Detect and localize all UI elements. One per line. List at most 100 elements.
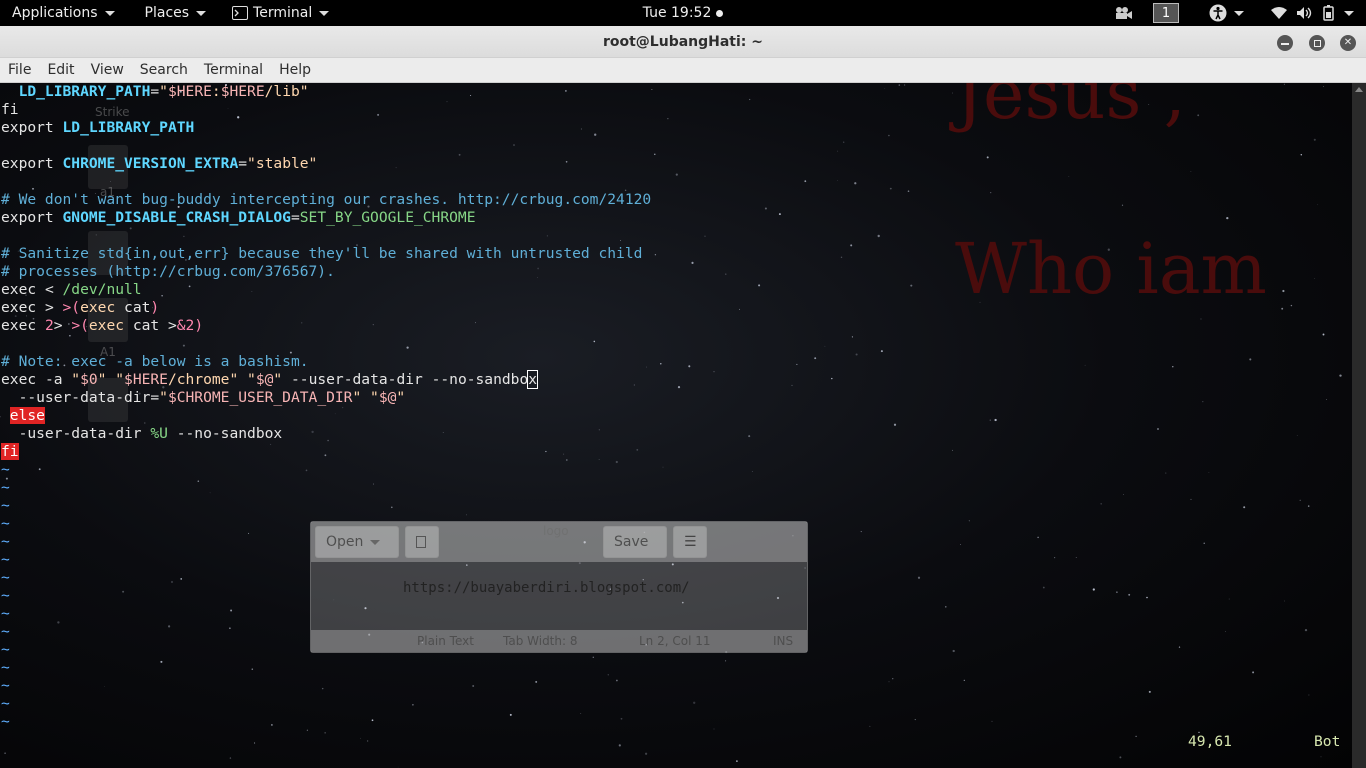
star — [691, 261, 694, 264]
terminal-view[interactable]: Jesus , Who iam Strike a1 A1 Open logo S… — [0, 83, 1352, 768]
workspace-indicator[interactable]: 1 — [1153, 3, 1179, 23]
cursor-position: 49,61 — [1188, 733, 1232, 750]
star — [952, 649, 955, 653]
code-token: " — [159, 389, 168, 406]
star — [693, 701, 696, 704]
star — [1322, 333, 1325, 336]
code-line: exec 2> >(exec cat >&2) — [1, 317, 651, 335]
code-token: %U — [150, 425, 168, 442]
star — [1313, 138, 1316, 141]
code-token: LD_LIBRARY_PATH — [62, 119, 195, 136]
vim-buffer[interactable]: LD_LIBRARY_PATH="$HERE:$HERE/lib" fi expor… — [1, 83, 651, 731]
empty-line-marker: ~ — [1, 515, 651, 533]
star — [662, 466, 664, 468]
code-line: export GNOME_DISABLE_CRASH_DIALOG=SET_BY… — [1, 209, 651, 227]
maximize-button[interactable] — [1309, 35, 1325, 51]
accessibility-icon[interactable] — [1209, 4, 1227, 22]
minimize-button[interactable] — [1277, 35, 1293, 51]
star — [1202, 400, 1204, 403]
volume-icon[interactable] — [1296, 6, 1314, 20]
code-token: ~ — [1, 605, 10, 622]
star — [1037, 536, 1039, 539]
star — [764, 207, 767, 210]
star — [837, 180, 838, 181]
star — [688, 365, 691, 368]
star — [1148, 690, 1151, 693]
code-line: export LD_LIBRARY_PATH — [1, 119, 651, 137]
star — [855, 353, 858, 356]
code-line: fi — [1, 443, 651, 461]
code-token: 2 — [44, 317, 54, 334]
code-line: # We don't want bug-buddy intercepting o… — [1, 191, 651, 209]
chevron-down-icon — [196, 10, 207, 16]
code-token: cat — [124, 299, 151, 316]
star — [1224, 631, 1226, 632]
code-token: " — [71, 371, 81, 388]
star — [1054, 557, 1056, 559]
chevron-down-icon[interactable] — [1344, 10, 1354, 16]
close-button[interactable]: ✕ — [1340, 35, 1356, 51]
star — [814, 357, 817, 360]
star — [644, 752, 648, 755]
star — [1116, 591, 1118, 593]
star — [1243, 506, 1246, 509]
star — [1178, 646, 1181, 648]
star — [989, 419, 991, 421]
menu-edit[interactable]: Edit — [39, 62, 82, 78]
code-token: $HERE — [167, 83, 212, 100]
code-token: else — [9, 407, 45, 424]
star — [1308, 694, 1310, 696]
code-line: export CHROME_VERSION_EXTRA="stable" — [1, 155, 651, 173]
star — [1156, 427, 1160, 431]
code-token: $0 — [80, 371, 98, 388]
menu-search[interactable]: Search — [132, 62, 196, 78]
applications-menu[interactable]: Applications — [0, 0, 121, 26]
code-token: : — [211, 83, 221, 100]
wifi-icon[interactable] — [1270, 6, 1288, 20]
code-token: ~ — [1, 533, 10, 550]
empty-line-marker: ~ — [1, 497, 651, 515]
star — [854, 182, 857, 185]
window-titlebar[interactable]: root@LubangHati: ~ ✕ — [0, 26, 1366, 58]
star — [651, 88, 653, 90]
video-camera-icon[interactable] — [1115, 6, 1133, 20]
terminal-scrollbar[interactable] — [1352, 83, 1366, 768]
star — [713, 371, 715, 373]
code-token: < — [44, 281, 63, 298]
empty-line-marker: ~ — [1, 641, 651, 659]
code-token: " " — [97, 371, 125, 388]
chevron-down-icon[interactable] — [1234, 10, 1244, 16]
menu-help[interactable]: Help — [271, 62, 319, 78]
clock-label[interactable]: Tue 19:52 — [643, 5, 712, 21]
terminal-menu-label: Terminal — [253, 5, 313, 21]
code-line: exec -a "$0" "$HERE/chrome" "$@" --user-… — [1, 370, 651, 389]
code-token: $HERE — [220, 83, 265, 100]
star — [1092, 588, 1095, 591]
menu-file[interactable]: File — [0, 62, 39, 78]
code-line: fi — [1, 101, 651, 119]
star — [898, 84, 901, 86]
star — [360, 737, 361, 739]
star — [1128, 593, 1131, 596]
star — [751, 471, 753, 472]
code-token: exec — [1, 371, 45, 388]
code-token: exec — [1, 281, 45, 298]
code-token: $CHROME_USER_DATA_DIR — [167, 389, 353, 406]
star — [778, 213, 781, 216]
star — [877, 234, 880, 238]
terminal-app-menu[interactable]: Terminal — [226, 0, 335, 26]
battery-icon[interactable] — [1322, 5, 1338, 21]
menu-view[interactable]: View — [83, 62, 132, 78]
star — [914, 719, 916, 721]
star — [963, 679, 965, 682]
menu-terminal[interactable]: Terminal — [196, 62, 271, 78]
star — [869, 725, 871, 727]
star — [990, 192, 992, 194]
star — [1283, 83, 1285, 85]
places-menu[interactable]: Places — [139, 0, 213, 26]
applications-label: Applications — [12, 5, 98, 21]
star — [1100, 503, 1102, 505]
code-token: fi — [1, 101, 19, 118]
star — [667, 118, 669, 120]
